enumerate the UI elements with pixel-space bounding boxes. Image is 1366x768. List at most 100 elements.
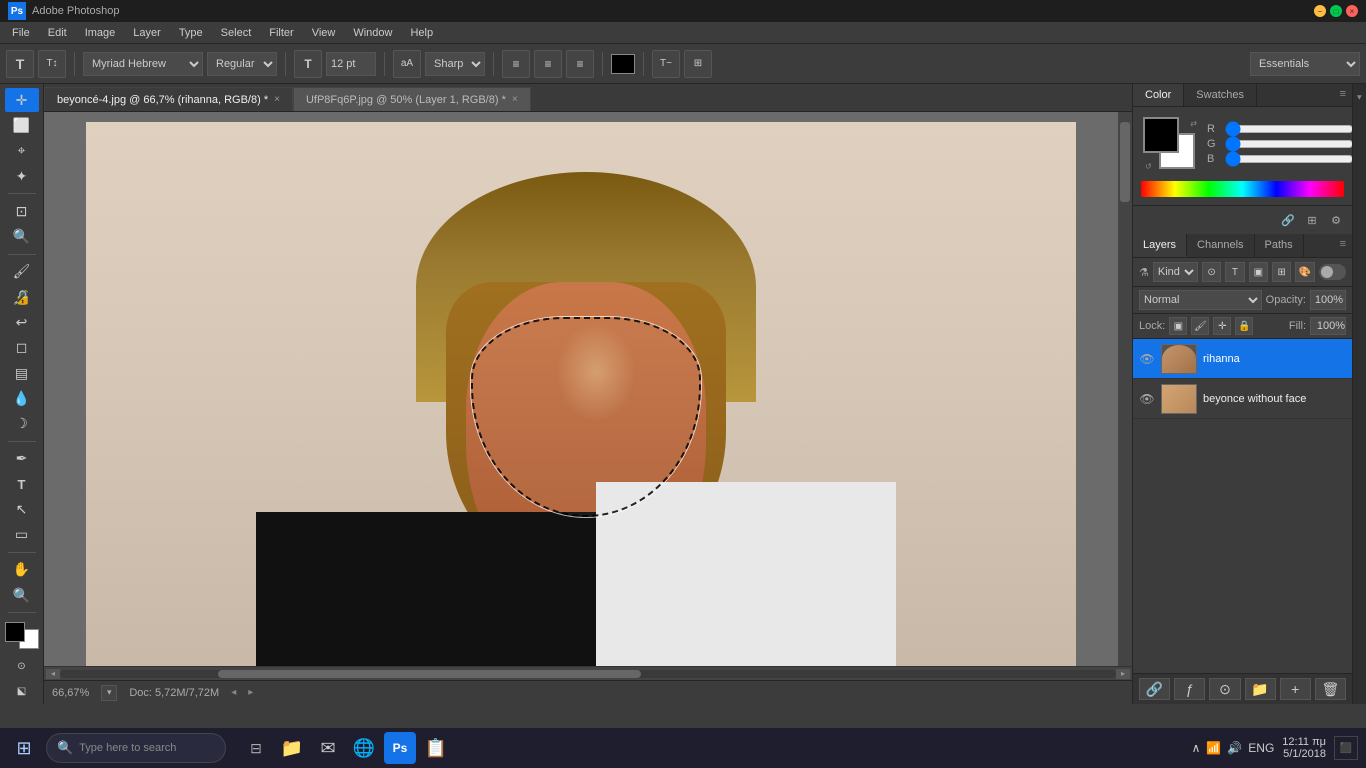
filter-icon-btn1[interactable]: ⊙ [1202, 262, 1221, 282]
align-right-btn[interactable]: ≡ [566, 50, 594, 78]
b-slider[interactable] [1225, 155, 1354, 163]
zoom-tool[interactable]: 🔍 [5, 583, 39, 607]
type-tool[interactable]: T [5, 472, 39, 496]
hscroll-thumb[interactable] [218, 670, 640, 678]
layers-setting-icon1[interactable]: 🔗 [1278, 210, 1298, 230]
menu-window[interactable]: Window [345, 25, 400, 41]
layers-tab-layers[interactable]: Layers [1133, 234, 1187, 257]
lock-all-btn[interactable]: 🔒 [1235, 317, 1253, 335]
menu-view[interactable]: View [304, 25, 344, 41]
search-bar[interactable]: 🔍 Type here to search [46, 733, 226, 763]
canvas-vertical-scrollbar[interactable] [1118, 112, 1132, 666]
link-layers-btn[interactable]: 🔗 [1139, 678, 1170, 700]
reset-colors-icon[interactable]: ↺ [1145, 162, 1152, 171]
align-left-btn[interactable]: ≡ [502, 50, 530, 78]
canvas-container[interactable] [44, 112, 1118, 666]
palettes-btn[interactable]: ⊞ [684, 50, 712, 78]
move-tool[interactable]: ✛ [5, 88, 39, 112]
tab-beyonce[interactable]: beyoncé-4.jpg @ 66,7% (rihanna, RGB/8) *… [44, 87, 293, 111]
start-button[interactable]: ⊞ [8, 732, 40, 764]
lock-position-btn[interactable]: ✛ [1213, 317, 1231, 335]
layer-rihanna[interactable]: 👁 rihanna [1133, 339, 1352, 379]
menu-help[interactable]: Help [402, 25, 441, 41]
volume-icon[interactable]: 🔊 [1227, 741, 1242, 755]
shape-tool[interactable]: ▭ [5, 523, 39, 547]
maximize-button[interactable]: □ [1330, 5, 1342, 17]
browser-btn[interactable]: 🌐 [348, 732, 380, 764]
foreground-color-swatch[interactable] [1143, 117, 1179, 153]
gradient-tool[interactable]: ▤ [5, 361, 39, 385]
filter-icon-btn5[interactable]: 🎨 [1295, 262, 1314, 282]
text-orient-btn[interactable]: T↕ [38, 50, 66, 78]
layer-eye-rihanna[interactable]: 👁 [1139, 351, 1155, 367]
new-layer-btn[interactable]: + [1280, 678, 1311, 700]
screen-mode-btn[interactable]: ⬕ [5, 680, 39, 704]
menu-file[interactable]: File [4, 25, 38, 41]
tab-ufp[interactable]: UfP8Fq6P.jpg @ 50% (Layer 1, RGB/8) * × [293, 87, 531, 111]
pen-tool[interactable]: ✒ [5, 447, 39, 471]
dodge-tool[interactable]: ☽ [5, 412, 39, 436]
layers-setting-icon3[interactable]: ⚙ [1326, 210, 1346, 230]
path-select-tool[interactable]: ↖ [5, 497, 39, 521]
lasso-tool[interactable]: ⌖ [5, 139, 39, 163]
hand-tool[interactable]: ✋ [5, 558, 39, 582]
blend-mode-select[interactable]: Normal [1139, 290, 1262, 310]
misc-btn[interactable]: 📋 [420, 732, 452, 764]
workspace-select[interactable]: Essentials [1250, 52, 1360, 76]
menu-image[interactable]: Image [77, 25, 124, 41]
hscroll-left-btn[interactable]: ◂ [46, 669, 60, 679]
arrow-up-icon[interactable]: ∧ [1192, 741, 1201, 755]
align-center-btn[interactable]: ≡ [534, 50, 562, 78]
hscroll-right-btn[interactable]: ▸ [1116, 669, 1130, 679]
hscroll-track[interactable] [60, 670, 1116, 678]
layers-filter-select[interactable]: Kind [1153, 262, 1198, 282]
lock-transparent-btn[interactable]: ▣ [1169, 317, 1187, 335]
crop-tool[interactable]: ⊡ [5, 199, 39, 223]
nav-prev-btn[interactable]: ◂ [231, 687, 236, 698]
clone-stamp-tool[interactable]: 🔏 [5, 285, 39, 309]
swap-colors-icon[interactable]: ⇄ [1190, 119, 1197, 128]
menu-layer[interactable]: Layer [125, 25, 169, 41]
r-slider[interactable] [1225, 125, 1354, 133]
filter-toggle[interactable] [1319, 264, 1346, 280]
font-family-select[interactable]: Myriad Hebrew [83, 52, 203, 76]
network-icon[interactable]: 📶 [1206, 741, 1221, 755]
menu-edit[interactable]: Edit [40, 25, 75, 41]
task-view-btn[interactable]: ⊟ [240, 732, 272, 764]
anti-alias-select[interactable]: Sharp [425, 52, 485, 76]
magic-wand-tool[interactable]: ✦ [5, 164, 39, 188]
blur-tool[interactable]: 💧 [5, 386, 39, 410]
history-brush-tool[interactable]: ↩ [5, 310, 39, 334]
eraser-tool[interactable]: ◻ [5, 336, 39, 360]
add-style-btn[interactable]: ƒ [1174, 678, 1205, 700]
layer-eye-beyonce[interactable]: 👁 [1139, 391, 1155, 407]
tab-swatches[interactable]: Swatches [1184, 84, 1257, 106]
text-tool-btn[interactable]: T [6, 50, 34, 78]
filter-icon-btn3[interactable]: ▣ [1249, 262, 1268, 282]
brush-tool[interactable]: 🖌 [5, 260, 39, 284]
layers-panel-menu[interactable]: ≡ [1334, 234, 1352, 257]
photoshop-taskbar-btn[interactable]: Ps [384, 732, 416, 764]
layers-tab-channels[interactable]: Channels [1187, 234, 1254, 257]
mail-btn[interactable]: ✉ [312, 732, 344, 764]
opacity-input[interactable] [1310, 290, 1346, 310]
tab-color[interactable]: Color [1133, 84, 1184, 106]
g-slider[interactable] [1225, 140, 1354, 148]
vscroll-thumb[interactable] [1120, 122, 1130, 202]
fg-color-chip[interactable] [5, 622, 25, 642]
layers-setting-icon2[interactable]: ⊞ [1302, 210, 1322, 230]
file-explorer-btn[interactable]: 📁 [276, 732, 308, 764]
add-mask-btn[interactable]: ⊙ [1209, 678, 1240, 700]
taskbar-datetime[interactable]: 12:11 πμ 5/1/2018 [1282, 736, 1326, 760]
delete-layer-btn[interactable]: 🗑 [1315, 678, 1346, 700]
font-style-select[interactable]: Regular [207, 52, 277, 76]
menu-select[interactable]: Select [213, 25, 260, 41]
notifications-btn[interactable]: ⬛ [1334, 736, 1358, 760]
color-spectrum-bar[interactable] [1141, 181, 1344, 197]
text-color-swatch[interactable] [611, 54, 635, 74]
tab-close-ufp[interactable]: × [512, 94, 518, 105]
layer-beyonce[interactable]: 👁 beyonce without face [1133, 379, 1352, 419]
right-collapse-strip[interactable]: ▸ [1352, 84, 1366, 704]
nav-next-btn[interactable]: ▸ [248, 687, 253, 698]
menu-type[interactable]: Type [171, 25, 211, 41]
